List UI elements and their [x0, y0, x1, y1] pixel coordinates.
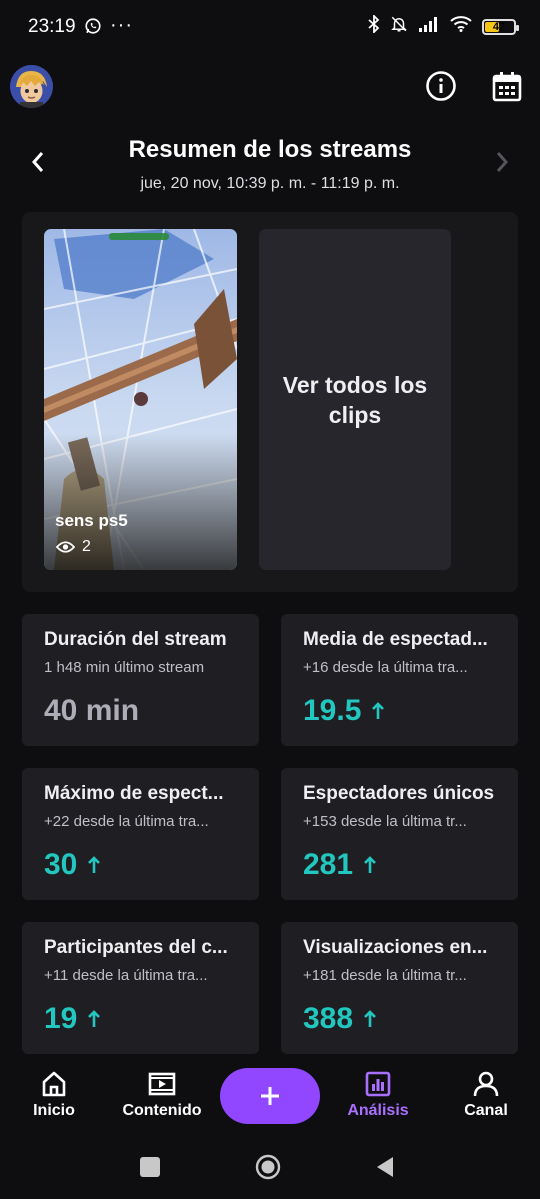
arrow-up-icon [88, 856, 101, 873]
stat-subtitle: 1 h48 min último stream [44, 659, 205, 676]
stat-value: 19 [44, 1002, 237, 1036]
create-button[interactable] [220, 1068, 320, 1124]
stat-value: 19.5 [303, 694, 496, 728]
stat-subtitle: +16 desde la última tra... [303, 659, 468, 676]
view-all-clips-label: Ver todos los clips [282, 371, 428, 428]
more-notifications-icon: ··· [110, 14, 133, 36]
stat-card-unique-viewers[interactable]: Espectadores únicos +153 desde la última… [281, 768, 518, 900]
stat-title: Visualizaciones en... [303, 937, 488, 958]
info-icon [426, 71, 456, 101]
status-bar: 23:19 ··· 47 [0, 0, 540, 56]
stat-card-live-views[interactable]: Visualizaciones en... +181 desde la últi… [281, 922, 518, 1054]
clip-view-count: 2 [82, 538, 91, 555]
nav-item-channel[interactable]: Canal [432, 1056, 540, 1138]
arrow-up-icon [372, 702, 385, 719]
stat-card-chat-participants[interactable]: Participantes del c... +11 desde la últi… [22, 922, 259, 1054]
calendar-icon [492, 72, 522, 102]
calendar-button[interactable] [489, 68, 525, 104]
arrow-up-icon [364, 1010, 376, 1027]
stat-value-text: 30 [44, 848, 78, 881]
stat-subtitle: +181 desde la última tr... [303, 967, 467, 984]
back-system-button[interactable] [374, 1155, 396, 1179]
chevron-right-icon [496, 152, 509, 172]
analytics-icon [365, 1071, 391, 1097]
stat-value: 388 [303, 1002, 496, 1036]
nav-label-home: Inicio [33, 1102, 75, 1119]
clip-card[interactable]: sens ps5 2 [44, 229, 237, 570]
stat-title: Espectadores únicos [303, 783, 495, 804]
home-circle-icon [255, 1154, 281, 1180]
stat-value-text: 19 [44, 1002, 78, 1035]
bottom-navigation: Inicio Contenido Análisis Canal [0, 1056, 540, 1138]
nav-label-content: Contenido [122, 1102, 202, 1119]
stat-title: Participantes del c... [44, 937, 228, 958]
info-button[interactable] [423, 68, 459, 104]
video-icon [148, 1072, 176, 1096]
stat-card-duration[interactable]: Duración del stream 1 h48 min último str… [22, 614, 259, 746]
stat-card-avg-viewers[interactable]: Media de espectad... +16 desde la última… [281, 614, 518, 746]
stat-subtitle: +153 desde la última tr... [303, 813, 467, 830]
nav-item-content[interactable]: Contenido [108, 1056, 216, 1138]
avatar[interactable] [10, 65, 53, 108]
stat-title: Duración del stream [44, 629, 227, 650]
recents-button[interactable] [140, 1157, 160, 1177]
system-navigation-bar [0, 1138, 540, 1199]
stat-value: 281 [303, 848, 496, 882]
stat-value-text: 19.5 [303, 694, 362, 727]
arrow-up-icon [88, 1010, 101, 1027]
stat-value: 40 min [44, 694, 237, 728]
signal-icon [418, 16, 440, 37]
eye-icon [56, 541, 75, 553]
home-system-button[interactable] [255, 1154, 281, 1180]
back-triangle-icon [377, 1157, 393, 1177]
nav-item-analytics[interactable]: Análisis [324, 1056, 432, 1138]
arrow-up-icon [364, 856, 376, 873]
stat-value-text: 388 [303, 1002, 354, 1035]
bluetooth-icon [368, 13, 380, 38]
clips-carousel: sens ps5 2 Ver todos los clips [22, 212, 518, 592]
battery-icon: 47 [482, 18, 519, 35]
clip-title: sens ps5 [55, 511, 128, 530]
battery-level: 47 [492, 20, 506, 33]
muted-bell-icon [390, 15, 408, 38]
home-icon [42, 1071, 66, 1097]
stat-value: 30 [44, 848, 237, 882]
status-time: 23:19 [28, 16, 76, 37]
stat-value-text: 40 min [44, 694, 140, 727]
status-icons: 47 [368, 13, 519, 38]
stat-title: Media de espectad... [303, 629, 488, 650]
nav-label-channel: Canal [464, 1102, 508, 1119]
profile-icon [473, 1071, 499, 1097]
stat-subtitle: +11 desde la última tra... [44, 967, 208, 984]
clip-views: 2 [56, 538, 91, 556]
nav-item-home[interactable]: Inicio [0, 1056, 108, 1138]
stream-date-range: jue, 20 nov, 10:39 p. m. - 11:19 p. m. [140, 175, 400, 192]
stat-value-text: 281 [303, 848, 354, 881]
stat-title: Máximo de espect... [44, 783, 224, 804]
stat-subtitle: +22 desde la última tra... [44, 813, 209, 830]
wifi-icon [450, 16, 472, 37]
nav-label-analytics: Análisis [347, 1102, 409, 1119]
view-all-clips-button[interactable]: Ver todos los clips [259, 229, 451, 570]
plus-icon [261, 1087, 279, 1105]
page-title: Resumen de los streams [128, 136, 412, 163]
next-stream-button[interactable] [484, 144, 520, 180]
whatsapp-icon [84, 17, 102, 40]
stat-card-max-viewers[interactable]: Máximo de espect... +22 desde la última … [22, 768, 259, 900]
